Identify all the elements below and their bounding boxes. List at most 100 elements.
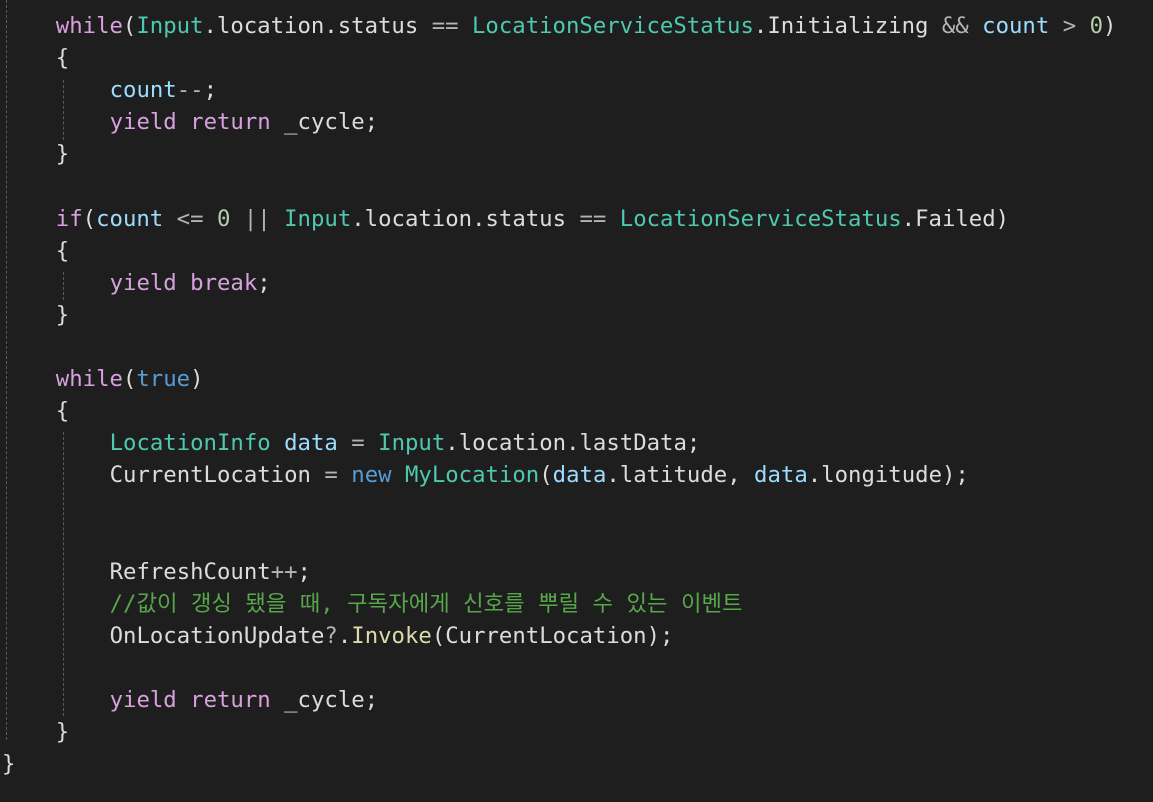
- indent-guide-block-3: [63, 432, 64, 716]
- code-token: _cycle;: [270, 109, 379, 136]
- code-token: if: [55, 205, 83, 232]
- code-token: count: [96, 205, 164, 232]
- code-line[interactable]: yield return _cycle;: [110, 106, 379, 138]
- code-token: ): [190, 366, 204, 393]
- code-line[interactable]: if(count <= 0 || Input.location.status =…: [56, 203, 1009, 235]
- code-token: {: [55, 398, 70, 425]
- code-token: _cycle;: [270, 687, 379, 714]
- code-token: 0: [216, 205, 231, 232]
- code-token: (: [82, 205, 97, 232]
- code-token: true: [136, 366, 191, 393]
- code-line[interactable]: while(Input.location.status == LocationS…: [56, 10, 1117, 42]
- indent-guide-block-2: [63, 272, 64, 300]
- code-token: return: [190, 687, 271, 714]
- code-token: (: [539, 462, 553, 489]
- code-token: ;: [203, 77, 218, 104]
- code-line[interactable]: //값이 갱싱 됐을 때, 구독자에게 신호를 뿌릴 수 있는 이벤트: [110, 588, 743, 620]
- code-line[interactable]: RefreshCount++;: [110, 556, 311, 588]
- code-token: .location.status: [203, 13, 432, 39]
- code-line[interactable]: yield break;: [110, 267, 271, 299]
- code-token: data: [284, 430, 338, 457]
- code-token: new: [351, 462, 392, 489]
- code-token: (CurrentLocation);: [431, 622, 674, 649]
- code-token: 0: [1089, 13, 1104, 39]
- code-token: return: [190, 109, 271, 136]
- code-token: =: [324, 462, 338, 489]
- code-token: ==: [579, 205, 607, 232]
- code-token: (: [122, 366, 137, 393]
- code-token: while: [55, 13, 123, 39]
- code-line[interactable]: CurrentLocation = new MyLocation(data.la…: [110, 459, 969, 491]
- code-line[interactable]: yield return _cycle;: [110, 684, 379, 716]
- code-line[interactable]: {: [56, 42, 69, 74]
- code-line[interactable]: }: [56, 299, 69, 331]
- code-token: }: [55, 301, 70, 328]
- code-token: {: [55, 237, 70, 264]
- code-token: Input: [378, 430, 446, 457]
- code-editor[interactable]: while(Input.location.status == LocationS…: [0, 0, 1153, 802]
- code-token: count: [109, 77, 177, 104]
- code-line[interactable]: }: [56, 716, 69, 748]
- code-token: break: [190, 269, 258, 296]
- code-token: .latitude,: [606, 462, 755, 489]
- code-token: OnLocationUpdate: [109, 622, 325, 649]
- code-token: ;: [297, 558, 311, 585]
- code-token: yield: [109, 687, 177, 714]
- code-token: .: [337, 622, 352, 649]
- code-line[interactable]: {: [56, 235, 69, 267]
- indent-guide-block-1: [63, 80, 64, 140]
- code-token: Input: [136, 13, 204, 39]
- code-line[interactable]: OnLocationUpdate?.Invoke(CurrentLocation…: [110, 620, 674, 652]
- code-token: =: [351, 430, 365, 457]
- code-line[interactable]: LocationInfo data = Input.location.lastD…: [110, 427, 701, 459]
- code-token: ?: [324, 622, 338, 649]
- code-token: data: [552, 462, 607, 489]
- code-line[interactable]: }: [2, 748, 15, 780]
- code-token: ++: [270, 558, 298, 585]
- code-token: while: [55, 366, 123, 393]
- code-token: Invoke: [351, 622, 432, 649]
- code-token: <=: [176, 205, 204, 232]
- code-token: (: [122, 13, 137, 39]
- code-token: }: [55, 141, 70, 168]
- code-line[interactable]: while(true): [56, 363, 204, 395]
- code-token: MyLocation: [404, 462, 540, 489]
- code-line[interactable]: count--;: [110, 74, 217, 106]
- code-token: RefreshCount: [109, 558, 271, 585]
- code-token: yield: [109, 109, 177, 136]
- code-token: &&: [941, 13, 969, 39]
- code-token: //값이 갱싱 됐을 때, 구독자에게 신호를 뿌릴 수 있는 이벤트: [109, 590, 743, 617]
- code-token: ==: [431, 13, 459, 39]
- code-token: .location.status: [351, 205, 580, 232]
- code-token: .Failed): [901, 205, 1010, 232]
- code-token: }: [55, 719, 70, 746]
- code-token: >: [1062, 13, 1077, 39]
- code-token: Input: [284, 205, 352, 232]
- code-token: ;: [257, 269, 271, 296]
- code-token: --: [176, 77, 204, 104]
- code-token: .longitude);: [807, 462, 969, 489]
- code-token: count: [982, 13, 1050, 39]
- code-line[interactable]: }: [56, 138, 69, 170]
- code-token: .Initializing: [753, 13, 942, 39]
- code-token: CurrentLocation: [109, 462, 325, 489]
- code-token: yield: [109, 269, 177, 296]
- code-line[interactable]: {: [56, 395, 69, 427]
- code-token: ): [1103, 13, 1117, 39]
- indent-guide-outer: [6, 0, 7, 740]
